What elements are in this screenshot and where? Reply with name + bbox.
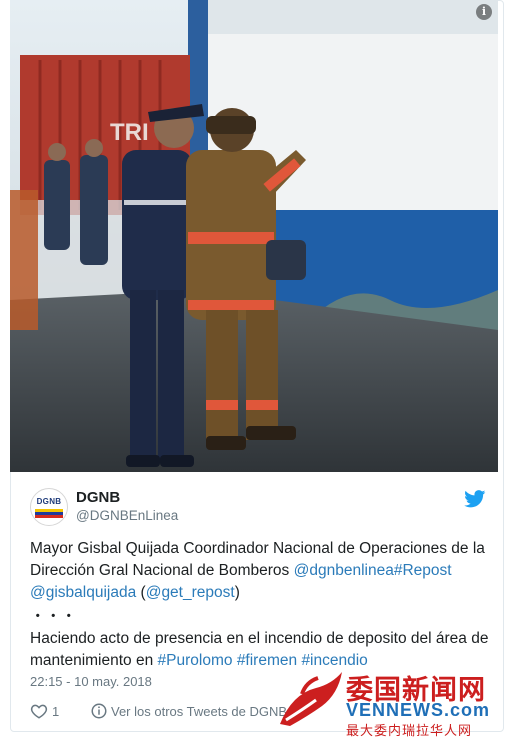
author-handle[interactable]: @DGNBEnLinea <box>76 508 178 523</box>
author-name[interactable]: DGNB <box>76 489 120 506</box>
tweet-text: Mayor Gisbal Quijada Coordinador Naciona… <box>30 538 490 672</box>
hashtag-link[interactable]: #Repost <box>394 562 452 579</box>
watermark-subtitle: 最大委内瑞拉华人网 <box>346 724 473 739</box>
mention-link[interactable]: @get_repost <box>146 584 235 601</box>
container-text: TRI <box>110 119 149 146</box>
avatar-text: DGNB <box>36 497 62 506</box>
tweet-header: DGNB DGNB @DGNBEnLinea <box>30 486 490 530</box>
tweet-text-segment: ) <box>234 584 240 601</box>
vennews-logo-icon <box>280 672 342 726</box>
fire-scene-image: TRI <box>10 0 498 472</box>
avatar[interactable]: DGNB <box>30 488 68 526</box>
mention-link[interactable]: @dgnbenlinea <box>294 562 394 579</box>
tweet-text-segment: ( <box>136 584 146 601</box>
mention-link[interactable]: @gisbalquijada <box>30 584 136 601</box>
twitter-bird-icon[interactable] <box>464 490 486 508</box>
tweet-photo[interactable]: TRI i <box>10 0 498 472</box>
more-tweets-link[interactable]: Ver los otros Tweets de DGNB <box>89 704 287 719</box>
tweet-paragraph-1: Mayor Gisbal Quijada Coordinador Naciona… <box>30 538 490 604</box>
vennews-watermark: 委国新闻网 VENNEWS.com 最大委内瑞拉华人网 <box>272 664 512 740</box>
tweet-timestamp[interactable]: 22:15 - 10 may. 2018 <box>30 674 152 689</box>
like-count: 1 <box>52 704 60 719</box>
heart-icon[interactable] <box>30 702 48 720</box>
watermark-english: VENNEWS.com <box>346 700 491 720</box>
info-icon[interactable]: i <box>476 4 492 20</box>
hashtag-link[interactable]: #Purolomo <box>158 652 233 669</box>
tweet-dots: ・・・ <box>30 608 77 625</box>
avatar-flag-red <box>35 515 63 518</box>
